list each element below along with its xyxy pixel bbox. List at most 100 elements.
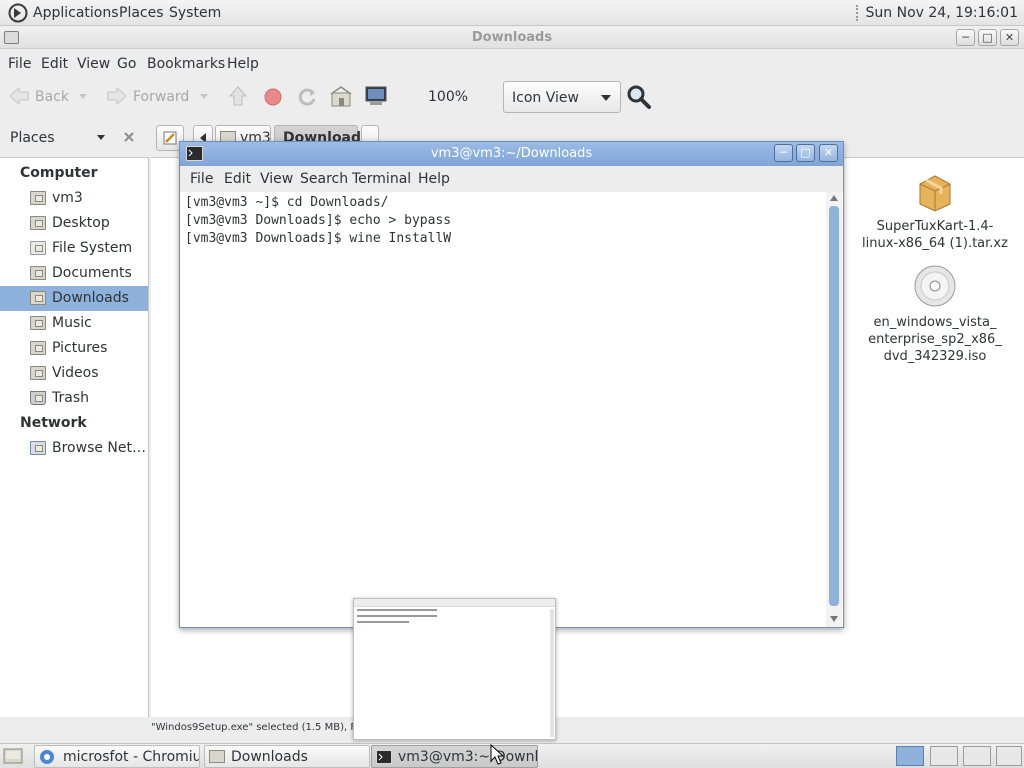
workspace-4[interactable] [996, 746, 1022, 766]
terminal-scrollbar[interactable] [826, 192, 842, 627]
sidebar-item-videos[interactable]: Videos [0, 361, 148, 386]
terminal-menu-file[interactable]: File [190, 171, 213, 187]
sidebar-item-label: Trash [52, 390, 89, 406]
terminal-menubar: File Edit View Search Terminal Help [180, 166, 843, 192]
drive-icon [30, 241, 46, 255]
zoom-level: 100% [428, 89, 469, 105]
taskbar-item-label: microsfot - Chromium [63, 749, 200, 765]
menu-view[interactable]: View [77, 56, 110, 72]
preview-line [357, 621, 409, 623]
terminal-output[interactable]: [vm3@vm3 ~]$ cd Downloads/ [vm3@vm3 Downl… [180, 192, 826, 627]
menu-go[interactable]: Go [117, 56, 136, 72]
top-panel: Applications Places System Sun Nov 24, 1… [0, 0, 1024, 26]
scroll-up-icon[interactable] [830, 195, 838, 201]
terminal-menu-view[interactable]: View [260, 171, 293, 187]
workspace-2[interactable] [930, 746, 958, 766]
sidebar-item-desktop[interactable]: Desktop [0, 211, 148, 236]
window-title: Downloads [471, 30, 553, 45]
file-name-line: en_windows_vista_ [873, 315, 997, 330]
applications-menu[interactable]: Applications [33, 5, 119, 21]
maximize-button[interactable]: □ [978, 29, 997, 46]
bottom-panel: microsfot - Chromium Downloads vm3@vm3:~… [0, 743, 1024, 768]
terminal-menu-edit[interactable]: Edit [224, 171, 251, 187]
sidebar-item-trash[interactable]: Trash [0, 386, 148, 411]
sidebar-item-pictures[interactable]: Pictures [0, 336, 148, 361]
close-sidebar-icon[interactable] [123, 131, 135, 143]
trash-icon [30, 391, 46, 405]
terminal-minimize-button[interactable]: ─ [774, 144, 793, 162]
minimize-button[interactable]: ─ [956, 29, 975, 46]
up-arrow-icon[interactable] [228, 85, 248, 107]
menu-file[interactable]: File [8, 56, 31, 72]
sidebar-item-label: Documents [52, 265, 132, 281]
search-icon[interactable] [626, 84, 652, 110]
close-button[interactable]: ✕ [1000, 29, 1019, 46]
scrollbar-thumb[interactable] [829, 206, 839, 606]
menu-edit[interactable]: Edit [41, 56, 68, 72]
pencil-icon [163, 131, 177, 145]
terminal-window[interactable]: vm3@vm3:~/Downloads ─ □ ✕ File Edit View… [179, 141, 844, 628]
menu-bookmarks[interactable]: Bookmarks [147, 56, 225, 72]
taskbar-item-label: Downloads [231, 749, 308, 765]
view-mode-select[interactable]: Icon View [503, 81, 621, 113]
terminal-menu-terminal[interactable]: Terminal [352, 171, 411, 187]
forward-history-chevron-icon[interactable] [199, 93, 209, 101]
file-item-supertuxkart[interactable]: SuperTuxKart-1.4- linux-x86_64 (1).tar.x… [855, 172, 1015, 252]
workspace-3[interactable] [963, 746, 991, 766]
computer-icon[interactable] [364, 85, 388, 107]
forward-button[interactable]: Forward [133, 89, 189, 105]
terminal-menu-help[interactable]: Help [418, 171, 450, 187]
taskbar-item-label: vm3@vm3:~/Downl… [398, 749, 538, 765]
stop-icon[interactable] [264, 88, 282, 106]
file-item-vista-iso[interactable]: en_windows_vista_ enterprise_sp2_x86_ dv… [855, 264, 1015, 365]
taskbar-item-downloads[interactable]: Downloads [204, 745, 370, 768]
file-name-line: enterprise_sp2_x86_ [868, 332, 1002, 347]
home-folder-icon [30, 191, 46, 205]
home-icon[interactable] [330, 86, 352, 108]
file-manager-titlebar[interactable]: Downloads ─ □ ✕ [0, 27, 1024, 49]
menu-help[interactable]: Help [227, 56, 259, 72]
terminal-titlebar[interactable]: vm3@vm3:~/Downloads ─ □ ✕ [180, 142, 843, 166]
terminal-line: [vm3@vm3 ~]$ cd Downloads/ [185, 195, 389, 210]
sidebar-item-label: Desktop [52, 215, 110, 231]
reload-icon[interactable] [296, 86, 318, 108]
sidebar-item-downloads[interactable]: Downloads [0, 286, 148, 311]
preview-line [357, 615, 437, 617]
terminal-maximize-button[interactable]: □ [796, 144, 815, 162]
sidebar-item-music[interactable]: Music [0, 311, 148, 336]
sidebar-item-vm3[interactable]: vm3 [0, 186, 148, 211]
sidebar-item-browse-network[interactable]: Browse Net… [0, 436, 148, 461]
terminal-line: [vm3@vm3 Downloads]$ echo > bypass [185, 213, 452, 228]
terminal-menu-search[interactable]: Search [300, 171, 348, 187]
forward-arrow-icon[interactable] [106, 86, 128, 106]
taskbar-item-chromium[interactable]: microsfot - Chromium [34, 745, 200, 768]
workspace-1[interactable] [896, 746, 924, 766]
back-button[interactable]: Back [35, 89, 69, 105]
sidebar-mode-label[interactable]: Places [10, 130, 55, 146]
sidebar-item-label: File System [52, 240, 133, 256]
clock[interactable]: Sun Nov 24, 19:16:01 [866, 5, 1018, 21]
show-desktop-icon[interactable] [3, 747, 23, 765]
folder-icon [30, 216, 46, 230]
sidebar-item-documents[interactable]: Documents [0, 261, 148, 286]
back-arrow-icon[interactable] [8, 86, 30, 106]
sidebar-item-file-system[interactable]: File System [0, 236, 148, 261]
chevron-down-icon[interactable] [96, 134, 106, 142]
scroll-down-icon[interactable] [830, 616, 838, 622]
places-sidebar: Computer vm3 Desktop File System Documen… [0, 157, 149, 717]
gnome-foot-icon[interactable] [8, 3, 28, 23]
terminal-icon [376, 750, 392, 764]
system-menu[interactable]: System [169, 5, 221, 21]
sidebar-header-computer: Computer [20, 165, 98, 181]
panel-separator [856, 5, 860, 21]
preview-line [357, 609, 437, 611]
window-preview-thumbnail[interactable] [353, 598, 556, 740]
status-bar: "Windos9Setup.exe" selected (1.5 MB), Fr… [151, 717, 1024, 741]
sidebar-item-label: Videos [52, 365, 99, 381]
back-history-chevron-icon[interactable] [78, 93, 88, 101]
preview-menubar [354, 599, 555, 607]
taskbar-item-terminal[interactable]: vm3@vm3:~/Downl… [371, 745, 538, 768]
terminal-close-button[interactable]: ✕ [819, 144, 838, 162]
places-menu[interactable]: Places [119, 5, 164, 21]
mouse-pointer-icon [490, 744, 504, 765]
